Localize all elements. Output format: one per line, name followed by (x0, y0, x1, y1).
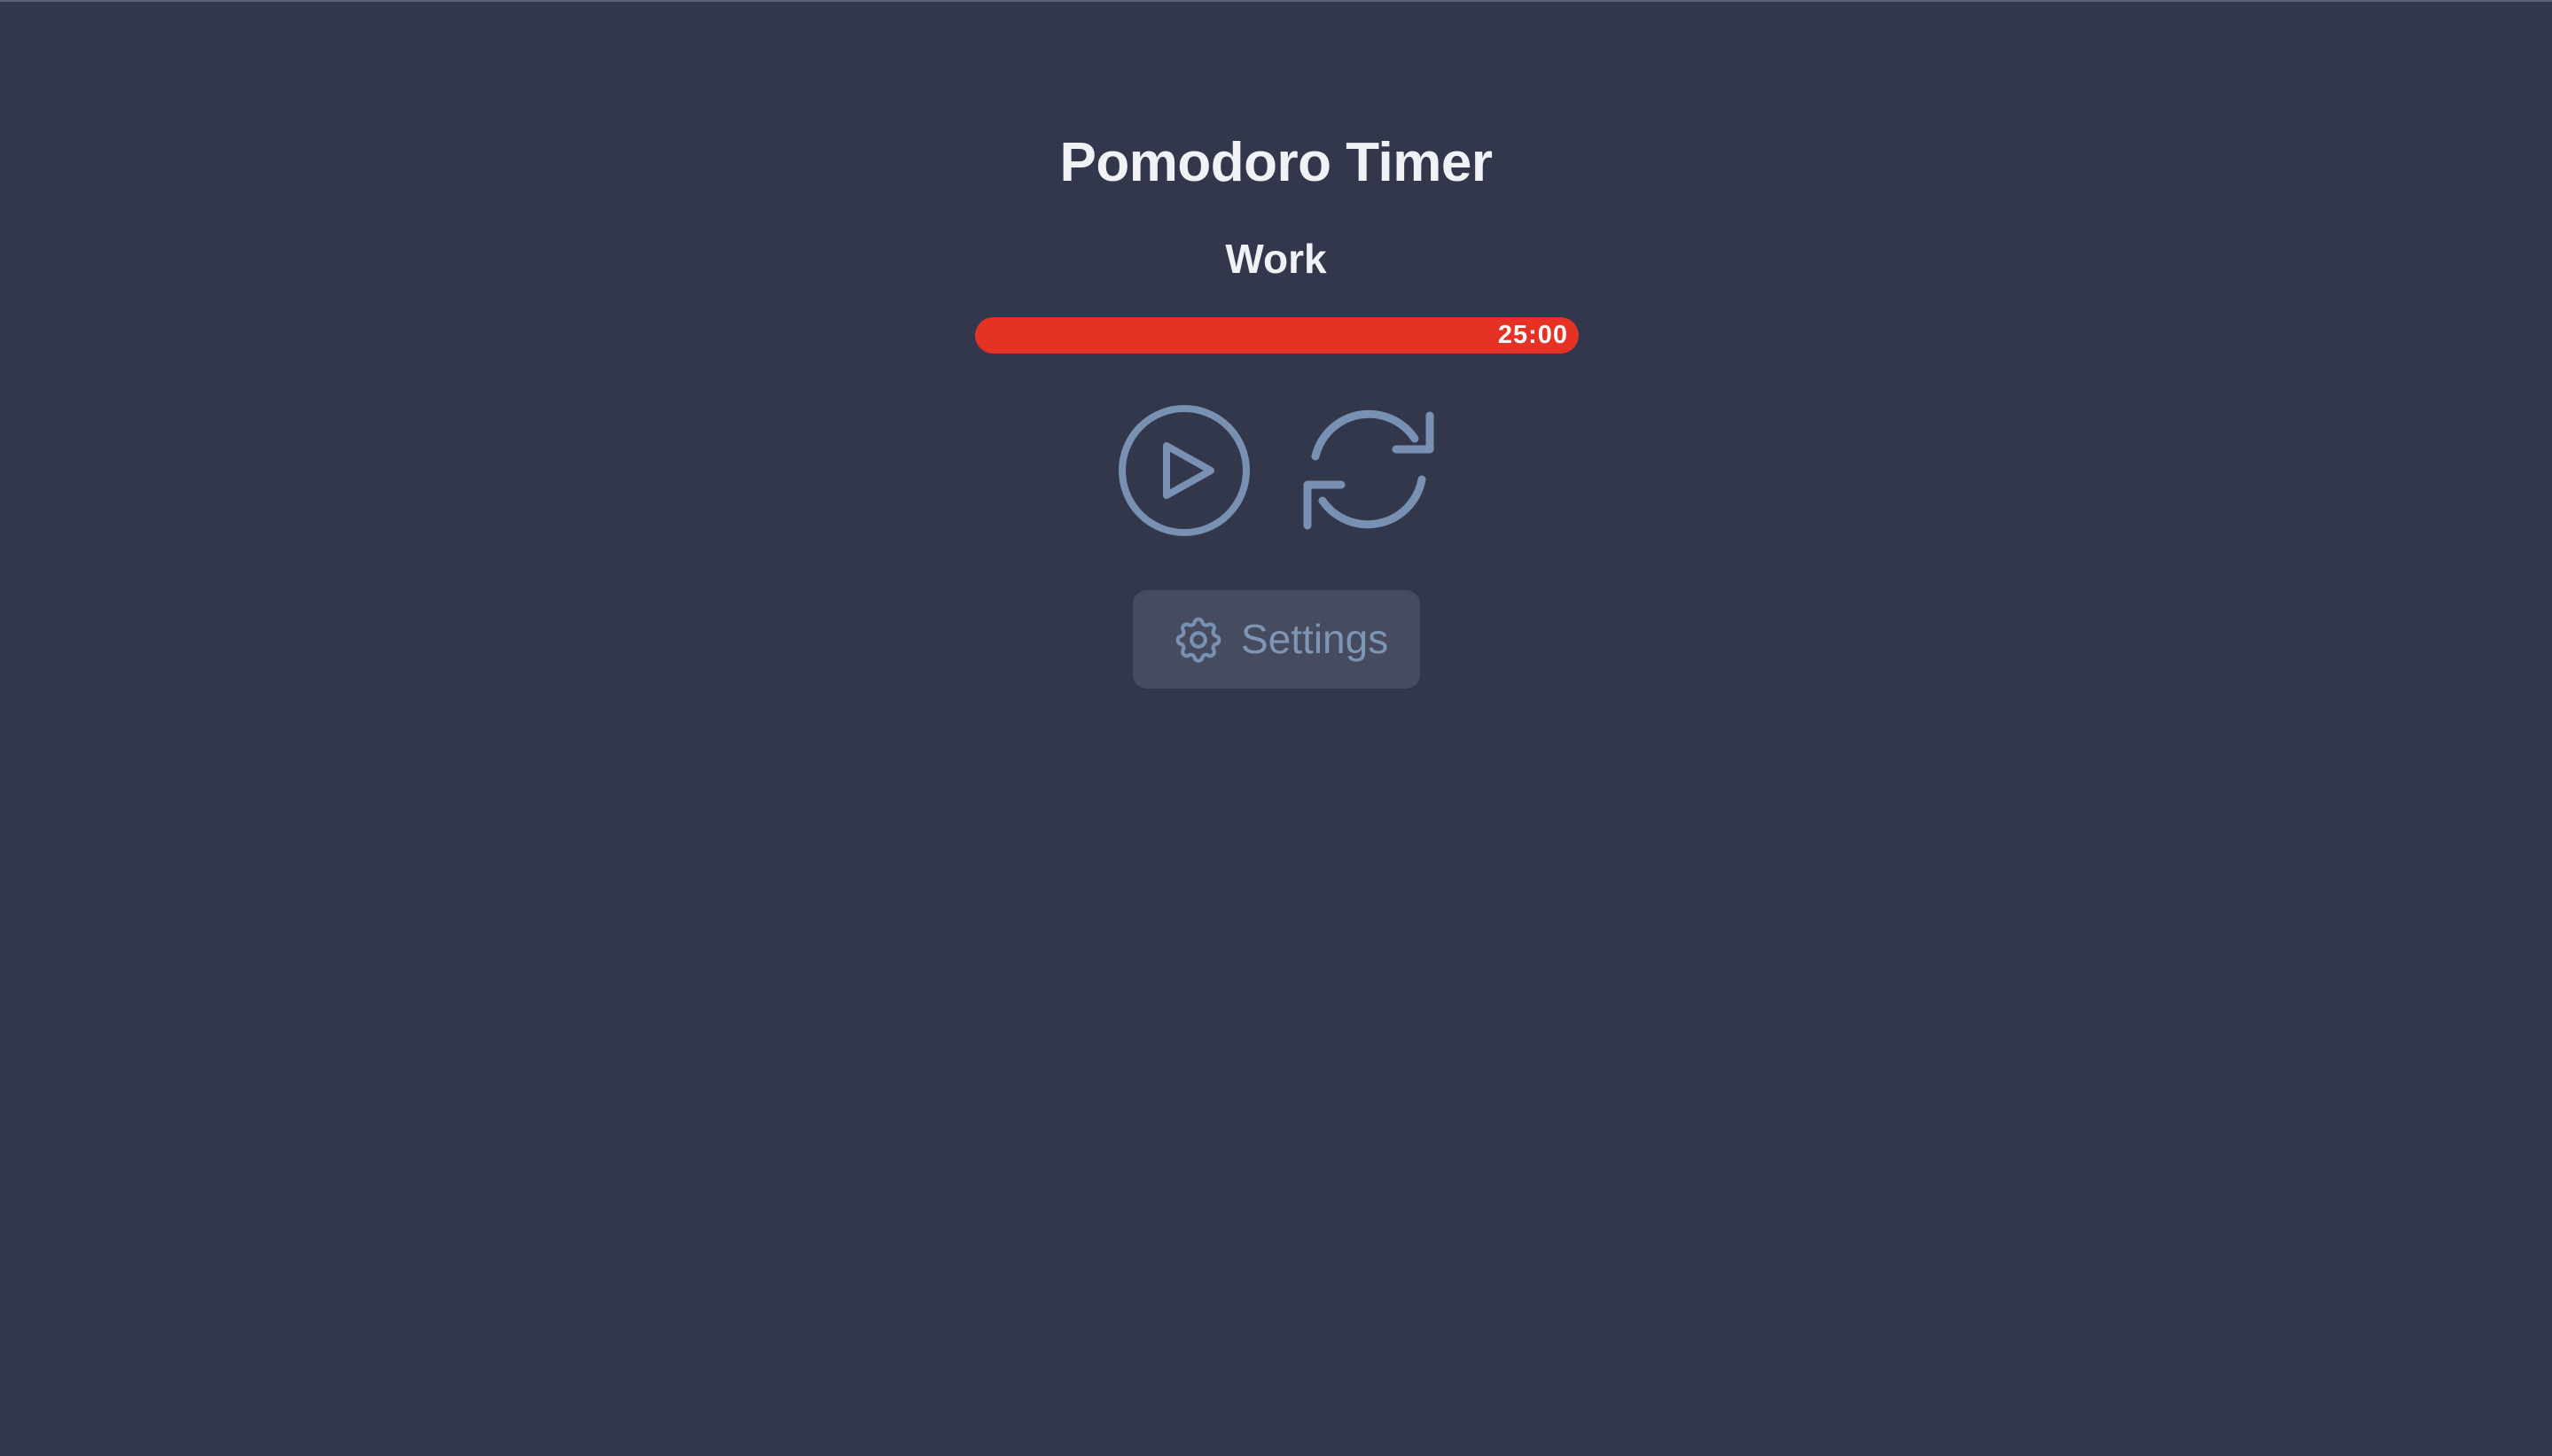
progress-fill (975, 317, 1579, 354)
window-top-border (0, 0, 2552, 2)
play-button[interactable] (1117, 403, 1252, 538)
mode-label: Work (1225, 236, 1327, 282)
play-circle-icon (1119, 405, 1250, 536)
gear-icon (1171, 612, 1226, 667)
progress-bar: 25:00 (975, 317, 1579, 354)
settings-label: Settings (1241, 616, 1389, 662)
settings-button[interactable]: Settings (1133, 590, 1420, 689)
refresh-cycle-icon (1303, 409, 1434, 530)
reset-button[interactable] (1299, 403, 1438, 538)
app-title: Pomodoro Timer (1059, 132, 1493, 193)
time-remaining: 25:00 (1497, 321, 1568, 349)
